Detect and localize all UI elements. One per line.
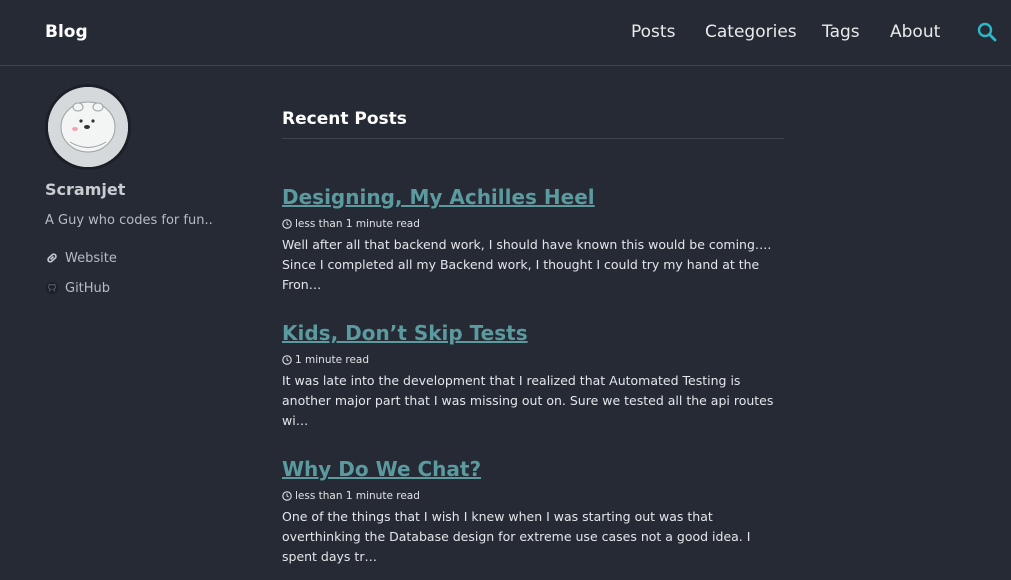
author-sidebar: Scramjet A Guy who codes for fun.. Websi… — [45, 84, 245, 308]
website-link[interactable]: Website — [45, 248, 245, 268]
clock-icon — [282, 355, 292, 365]
nav-item-posts[interactable]: Posts — [631, 20, 675, 44]
github-icon — [45, 281, 59, 295]
github-link[interactable]: GitHub — [45, 278, 245, 298]
read-time: 1 minute read — [295, 354, 370, 366]
recent-posts: Recent Posts Designing, My Achilles Heel… — [282, 108, 784, 564]
post-excerpt: One of the things that I wish I knew whe… — [282, 509, 751, 564]
nav-item-categories[interactable]: Categories — [705, 20, 797, 44]
avatar — [45, 84, 131, 170]
post-meta: 1 minute read — [282, 353, 784, 367]
post-title-link[interactable]: Why Do We Chat? — [282, 456, 784, 482]
post-title-link[interactable]: Designing, My Achilles Heel — [282, 184, 784, 210]
post-title-link[interactable]: Kids, Don’t Skip Tests — [282, 320, 784, 346]
site-title[interactable]: Blog — [45, 20, 88, 44]
clock-icon — [282, 219, 292, 229]
post-item: Designing, My Achilles Heel less than 1 … — [282, 184, 784, 308]
post-item: Why Do We Chat? less than 1 minute read … — [282, 456, 784, 580]
clock-icon — [282, 491, 292, 501]
link-icon — [45, 251, 59, 265]
post-meta: less than 1 minute read — [282, 217, 784, 231]
post-excerpt: It was late into the development that I … — [282, 373, 774, 428]
post-item: Kids, Don’t Skip Tests 1 minute read It … — [282, 320, 784, 444]
author-links: Website GitHub — [45, 248, 245, 298]
author-bio: A Guy who codes for fun.. — [45, 213, 213, 228]
nav-item-about[interactable]: About — [890, 20, 940, 44]
read-time: less than 1 minute read — [295, 218, 420, 230]
github-link-label: GitHub — [65, 280, 111, 296]
author-name: Scramjet — [45, 180, 126, 199]
main-nav: Posts Categories Tags About — [600, 20, 1000, 46]
nav-item-tags[interactable]: Tags — [822, 20, 860, 44]
read-time: less than 1 minute read — [295, 490, 420, 502]
masthead: Blog Posts Categories Tags About — [0, 0, 1011, 66]
website-link-label: Website — [65, 250, 117, 266]
page-title: Recent Posts — [282, 108, 784, 139]
post-excerpt: Well after all that backend work, I shou… — [282, 237, 772, 292]
search-icon[interactable] — [976, 21, 998, 43]
post-meta: less than 1 minute read — [282, 489, 784, 503]
